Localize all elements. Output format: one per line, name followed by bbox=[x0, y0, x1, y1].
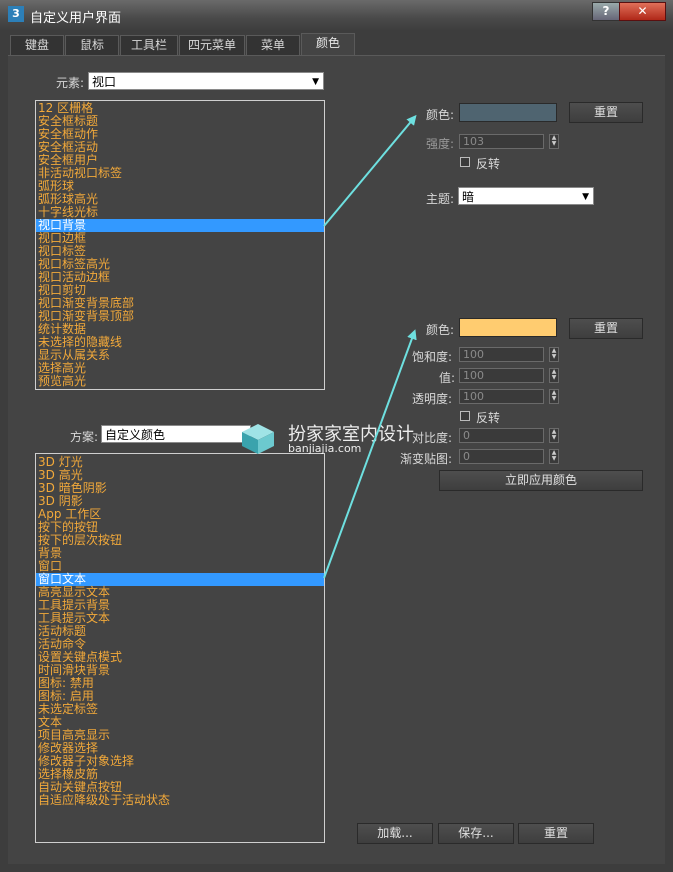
intensity-label: 强度: bbox=[426, 137, 455, 151]
intensity-input[interactable]: 103 bbox=[459, 134, 544, 149]
bottom-color-label: 颜色: bbox=[426, 323, 455, 337]
tab-quad-menus[interactable]: 四元菜单 bbox=[179, 35, 245, 55]
watermark: 扮家家室内设计 banjiajia.com bbox=[240, 418, 440, 458]
scheme-label: 方案: bbox=[70, 430, 99, 444]
top-invert-label: 反转 bbox=[476, 157, 501, 171]
close-button[interactable]: ✕ bbox=[619, 2, 666, 21]
saturation-label: 饱和度: bbox=[412, 350, 453, 364]
top-invert-checkbox[interactable] bbox=[460, 157, 470, 167]
value-label: 值: bbox=[439, 371, 456, 385]
tab-mouse[interactable]: 鼠标 bbox=[65, 35, 119, 55]
chevron-down-icon: ▼ bbox=[312, 77, 319, 87]
scheme-list[interactable]: 3D 灯光 3D 高光 3D 暗色阴影 3D 阴影 App 工作区 按下的按钮 按下的层次按… bbox=[35, 453, 325, 843]
value-input[interactable]: 100 bbox=[459, 368, 544, 383]
bottom-invert-checkbox[interactable] bbox=[460, 411, 470, 421]
help-button[interactable]: ? bbox=[592, 2, 620, 21]
title-bar: 3 自定义用户界面 ? ✕ bbox=[0, 0, 673, 31]
scheme-list-item[interactable]: 未选定标签 bbox=[36, 703, 324, 716]
elements-dropdown-value: 视口 bbox=[92, 75, 117, 89]
top-color-swatch[interactable] bbox=[459, 103, 557, 122]
gradient-input[interactable]: 0 bbox=[459, 449, 544, 464]
app-icon: 3 bbox=[8, 6, 24, 22]
theme-label: 主题: bbox=[426, 192, 455, 206]
scheme-list-item[interactable]: 自适应降级处于活动状态 bbox=[36, 794, 324, 807]
footer-reset-button[interactable]: 重置 bbox=[518, 823, 594, 844]
tab-menus[interactable]: 菜单 bbox=[246, 35, 300, 55]
saturation-input[interactable]: 100 bbox=[459, 347, 544, 362]
intensity-spinner-icon[interactable]: ▲ ▼ bbox=[549, 134, 559, 149]
watermark-cube-icon bbox=[242, 424, 274, 454]
tab-colors[interactable]: 颜色 bbox=[301, 33, 355, 56]
contrast-input[interactable]: 0 bbox=[459, 428, 544, 443]
transparency-label: 透明度: bbox=[412, 392, 453, 406]
bottom-reset-button[interactable]: 重置 bbox=[569, 318, 643, 339]
bottom-color-swatch[interactable] bbox=[459, 318, 557, 337]
save-button[interactable]: 保存... bbox=[438, 823, 514, 844]
apply-colors-button[interactable]: 立即应用颜色 bbox=[439, 470, 643, 491]
bottom-invert-label: 反转 bbox=[476, 411, 501, 425]
tab-toolbars[interactable]: 工具栏 bbox=[120, 35, 178, 55]
elements-label: 元素: bbox=[56, 76, 85, 90]
scheme-dropdown-value: 自定义颜色 bbox=[105, 428, 166, 442]
gradient-spinner-icon[interactable]: ▲ ▼ bbox=[549, 449, 559, 464]
watermark-url: banjiajia.com bbox=[288, 442, 362, 455]
theme-dropdown-value: 暗 bbox=[462, 190, 475, 204]
contrast-spinner-icon[interactable]: ▲ ▼ bbox=[549, 428, 559, 443]
top-reset-button[interactable]: 重置 bbox=[569, 102, 643, 123]
elements-list[interactable]: 12 区栅格 安全框标题 安全框动作 安全框活动 安全框用户 非活动视口标签 弧形球 弧形球高… bbox=[35, 100, 325, 390]
top-color-label: 颜色: bbox=[426, 108, 455, 122]
transparency-input[interactable]: 100 bbox=[459, 389, 544, 404]
chevron-down-icon: ▼ bbox=[582, 192, 589, 202]
value-spinner-icon[interactable]: ▲ ▼ bbox=[549, 368, 559, 383]
scheme-dropdown[interactable]: 自定义颜色 bbox=[101, 425, 251, 443]
elements-dropdown[interactable]: 视口 ▼ bbox=[88, 72, 324, 90]
theme-dropdown[interactable]: 暗 ▼ bbox=[458, 187, 594, 205]
load-button[interactable]: 加载... bbox=[357, 823, 433, 844]
element-list-item[interactable]: 预览高光 bbox=[36, 375, 324, 388]
element-list-item[interactable]: 非活动视口标签 bbox=[36, 167, 324, 180]
window-title: 自定义用户界面 bbox=[30, 11, 122, 26]
scheme-list-item[interactable]: 背景 bbox=[36, 547, 324, 560]
saturation-spinner-icon[interactable]: ▲ ▼ bbox=[549, 347, 559, 362]
transparency-spinner-icon[interactable]: ▲ ▼ bbox=[549, 389, 559, 404]
tab-keyboard[interactable]: 键盘 bbox=[10, 35, 64, 55]
scheme-list-item[interactable]: 按下的层次按钮 bbox=[36, 534, 324, 547]
